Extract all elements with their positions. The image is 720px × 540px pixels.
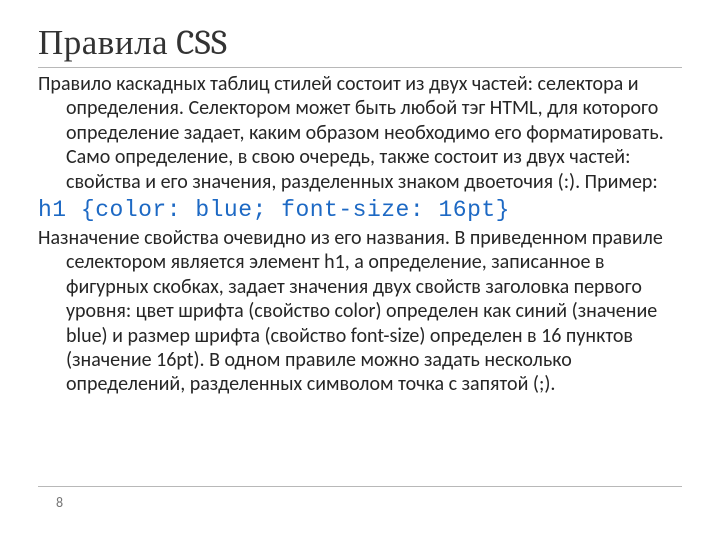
page-title: Правила CSS (38, 22, 682, 68)
page-number: 8 (56, 494, 63, 511)
code-example: h1 {color: blue; font-size: 16pt} (38, 196, 682, 224)
paragraph-explanation: Назначение свойства очевидно из его назв… (38, 226, 682, 397)
paragraph-intro: Правило каскадных таблиц стилей состоит … (38, 72, 682, 194)
body-text: Правило каскадных таблиц стилей состоит … (38, 72, 682, 397)
footer: 8 (38, 486, 682, 512)
slide: Правила CSS Правило каскадных таблиц сти… (0, 0, 720, 540)
